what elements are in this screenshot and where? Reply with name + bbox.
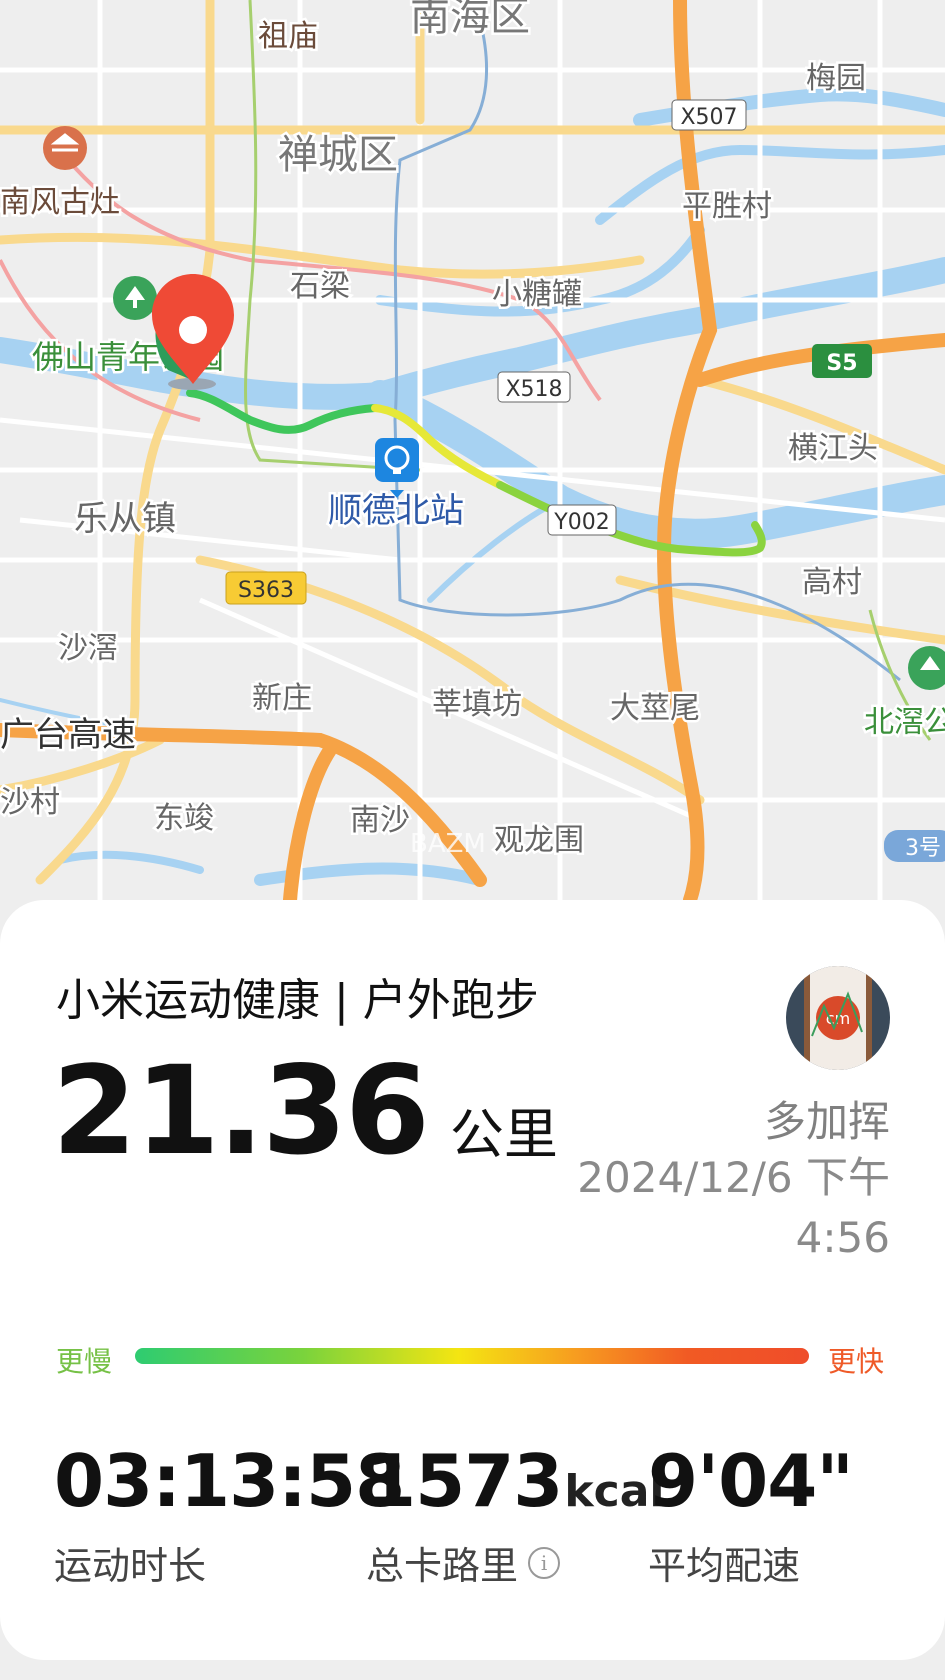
user-name: 多加挥 [763,1097,890,1146]
svg-text:高村: 高村 [802,565,862,600]
avatar[interactable]: cm [786,966,890,1070]
svg-text:观龙围: 观龙围 [494,823,584,858]
stat-pace-label: 平均配速 [648,1544,801,1588]
stat-duration-label: 运动时长 [54,1544,207,1588]
distance-unit: 公里 [449,1103,558,1166]
svg-text:顺德北站: 顺德北站 [328,491,464,531]
info-icon[interactable]: i [528,1546,561,1579]
svg-text:北滘公: 北滘公 [864,705,945,740]
park-icon [113,276,157,320]
stat-pace: 9'04" 平均配速 [648,1439,854,1590]
svg-text:Y002: Y002 [553,510,609,535]
stat-duration: 03:13:58 运动时长 [54,1439,405,1590]
svg-text:沙村: 沙村 [0,785,60,820]
pace-gradient-bar [135,1348,809,1364]
map-watermark: BAZM [410,829,486,859]
svg-text:莘填坊: 莘填坊 [432,687,522,722]
stat-calories-value: 1573kcal [366,1439,665,1523]
stat-pace-value: 9'04" [648,1439,854,1523]
svg-text:南海区: 南海区 [410,0,530,40]
svg-text:南沙: 南沙 [350,803,410,838]
stat-duration-value: 03:13:58 [54,1439,405,1523]
svg-text:石梁: 石梁 [290,269,350,304]
svg-text:S5: S5 [826,351,857,376]
svg-text:X518: X518 [505,377,562,402]
workout-title: 小米运动健康 | 户外跑步 [56,975,539,1026]
workout-summary-card: 小米运动健康 | 户外跑步 21.36 公里 cm 多加挥 2024/12/6 … [0,900,945,1660]
svg-text:大莖尾: 大莖尾 [610,691,700,726]
svg-text:S363: S363 [238,578,294,603]
distance-value: 21.36 [52,1040,430,1182]
svg-text:梅园: 梅园 [806,61,866,96]
pace-legend-fast: 更快 [828,1345,885,1378]
svg-text:平胜村: 平胜村 [682,189,772,224]
svg-text:乐从镇: 乐从镇 [74,499,176,539]
temple-icon [43,126,87,170]
svg-text:沙滘: 沙滘 [58,631,118,666]
stat-calories-label-row: 总卡路里 i [366,1535,665,1590]
svg-text:东竣: 东竣 [154,801,214,836]
svg-text:新庄: 新庄 [252,681,312,716]
pace-legend-slow: 更慢 [56,1345,113,1378]
svg-text:3号: 3号 [905,836,941,861]
stat-calories: 1573kcal 总卡路里 i [366,1445,665,1590]
svg-text:祖庙: 祖庙 [258,19,318,54]
avatar-image: cm [786,966,890,1070]
svg-text:南风古灶: 南风古灶 [0,185,120,220]
svg-text:横江头: 横江头 [788,431,878,466]
svg-text:X507: X507 [680,105,737,130]
workout-datetime: 2024/12/6 下午 4:56 [577,1153,890,1262]
stat-calories-label: 总卡路里 [366,1544,519,1588]
svg-text:广台高速: 广台高速 [0,715,136,755]
distance-display: 21.36 公里 [52,1040,558,1182]
svg-text:禅城区: 禅城区 [278,132,398,178]
svg-text:小糖罐: 小糖罐 [492,277,582,312]
